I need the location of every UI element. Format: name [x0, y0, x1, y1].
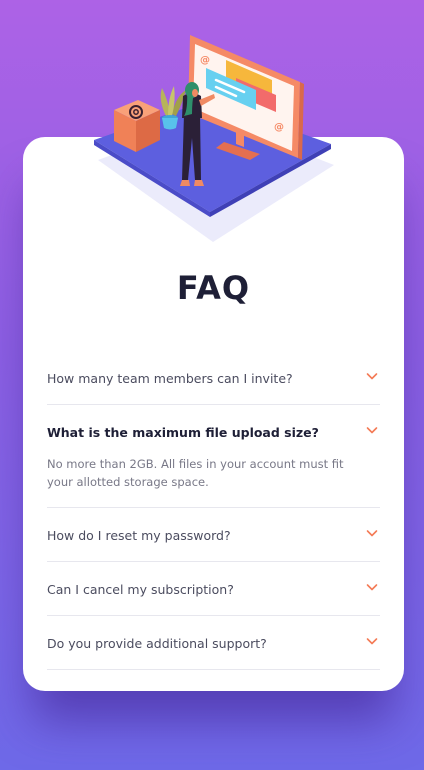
- chevron-down-icon[interactable]: [366, 582, 378, 592]
- faq-list: How many team members can I invite? What…: [47, 351, 380, 670]
- faq-item: Can I cancel my subscription?: [47, 562, 380, 616]
- faq-question-text: What is the maximum file upload size?: [47, 425, 319, 440]
- faq-item-open: What is the maximum file upload size? No…: [47, 405, 380, 508]
- svg-text:@: @: [200, 55, 210, 66]
- svg-text:@: @: [274, 122, 284, 133]
- faq-answer: No more than 2GB. All files in your acco…: [47, 457, 344, 489]
- faq-question-toggle[interactable]: Can I cancel my subscription?: [47, 562, 380, 615]
- chevron-down-icon[interactable]: [366, 425, 378, 435]
- faq-question-toggle[interactable]: How do I reset my password?: [47, 508, 380, 561]
- faq-question-text: Can I cancel my subscription?: [47, 582, 234, 597]
- faq-question-toggle[interactable]: What is the maximum file upload size?: [47, 405, 380, 458]
- page-title: FAQ: [176, 269, 251, 307]
- faq-question-text: Do you provide additional support?: [47, 636, 267, 651]
- faq-item: How many team members can I invite?: [47, 351, 380, 405]
- chevron-down-icon[interactable]: [366, 371, 378, 381]
- faq-question-toggle[interactable]: Do you provide additional support?: [47, 616, 380, 669]
- chevron-down-icon[interactable]: [366, 528, 378, 538]
- faq-item: How do I reset my password?: [47, 508, 380, 562]
- chevron-down-icon[interactable]: [366, 636, 378, 646]
- woman-at-online-monitor-illustration: @ @: [94, 35, 334, 242]
- faq-question-text: How many team members can I invite?: [47, 371, 293, 386]
- faq-item: Do you provide additional support?: [47, 616, 380, 670]
- faq-question-toggle[interactable]: How many team members can I invite?: [47, 351, 380, 404]
- faq-question-text: How do I reset my password?: [47, 528, 231, 543]
